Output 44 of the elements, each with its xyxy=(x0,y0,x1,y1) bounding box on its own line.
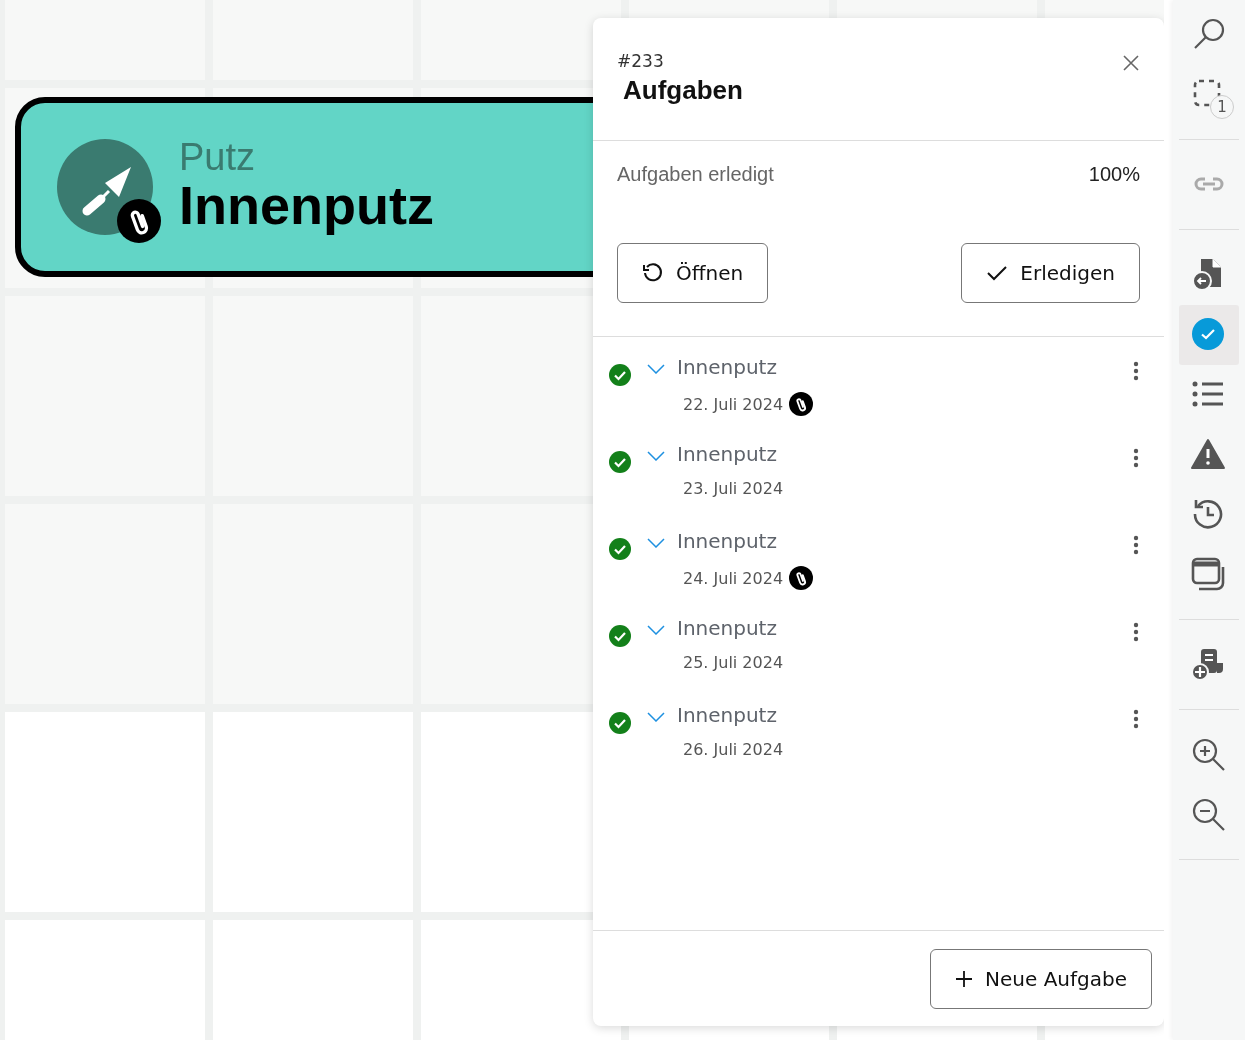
plus-icon xyxy=(955,970,974,988)
done-check-icon[interactable] xyxy=(609,625,631,647)
chevron-icon[interactable] xyxy=(647,538,665,548)
task-date: 22. Juli 2024 xyxy=(683,394,784,414)
chevron-icon[interactable] xyxy=(647,712,665,722)
reopen-button[interactable]: Öffnen xyxy=(617,243,769,303)
task-title: Innenputz xyxy=(677,703,778,729)
progress-label: Aufgaben erledigt xyxy=(617,163,774,186)
close-button[interactable] xyxy=(1122,54,1140,72)
task-date: 23. Juli 2024 xyxy=(683,479,784,498)
new-task-button[interactable]: Neue Aufgabe xyxy=(930,949,1152,1009)
kebab-icon xyxy=(1133,448,1139,468)
done-check-icon[interactable] xyxy=(609,538,631,560)
task-date: 25. Juli 2024 xyxy=(683,653,784,672)
complete-button[interactable]: Erledigen xyxy=(961,243,1140,303)
progress-value: 100% xyxy=(1088,163,1140,186)
node-category: Putz xyxy=(179,138,257,177)
zoom-out-icon xyxy=(1191,797,1227,833)
panel-title: Aufgaben xyxy=(623,75,744,106)
done-check-icon[interactable] xyxy=(609,451,631,473)
zoom-in-icon xyxy=(1191,737,1227,773)
chevron-icon[interactable] xyxy=(647,364,665,374)
task-date: 24. Juli 2024 xyxy=(683,568,784,588)
done-check-icon[interactable] xyxy=(609,712,631,734)
count-badge: 1 xyxy=(1210,95,1234,119)
task-number: #233 xyxy=(617,51,664,71)
kebab-icon xyxy=(1133,709,1139,729)
task-date: 26. Juli 2024 xyxy=(683,740,784,759)
chevron-icon[interactable] xyxy=(647,451,665,461)
chevron-icon[interactable] xyxy=(647,625,665,635)
task-title: Innenputz xyxy=(677,529,778,555)
task-title: Innenputz xyxy=(677,355,778,381)
task-title: Innenputz xyxy=(677,442,778,468)
kebab-icon xyxy=(1133,535,1139,555)
kebab-icon xyxy=(1133,361,1139,381)
task-title: Innenputz xyxy=(677,616,778,642)
close-icon xyxy=(1122,54,1140,72)
windows-icon xyxy=(1191,557,1227,593)
reopen-icon xyxy=(642,262,664,284)
toolbar-button[interactable]: 1 xyxy=(1179,65,1239,125)
kebab-icon xyxy=(1133,622,1139,642)
check-circle-icon xyxy=(1191,317,1227,353)
done-check-icon[interactable] xyxy=(609,364,631,386)
node-title: Innenputz xyxy=(179,176,434,236)
